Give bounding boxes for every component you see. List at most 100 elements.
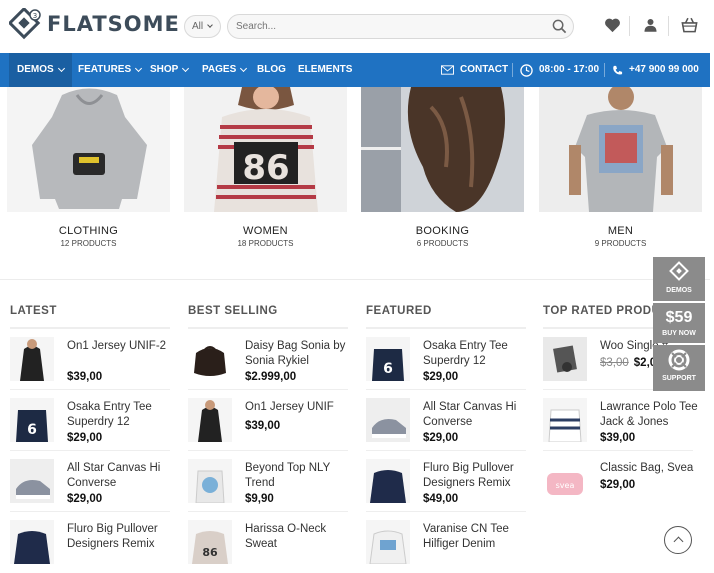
- product-thumbnail[interactable]: [543, 398, 587, 442]
- category-booking[interactable]: BOOKING 6 PRODUCTS: [361, 87, 524, 248]
- nav-hours: 08:00 - 17:00: [520, 53, 599, 87]
- buy-now-panel-button[interactable]: $59 BUY NOW: [653, 303, 705, 343]
- product-price: $29,00: [67, 432, 103, 444]
- product-price: $39,00: [245, 420, 281, 432]
- search-input[interactable]: [228, 15, 528, 38]
- product-name[interactable]: Osaka Entry Tee Superdry 12: [67, 400, 172, 430]
- nav-demos-label: DEMOS: [17, 64, 54, 75]
- nav-shop[interactable]: SHOP: [150, 53, 190, 87]
- product-name[interactable]: Beyond Top NLY Trend: [245, 461, 350, 491]
- clock-icon: [520, 63, 533, 77]
- site-header: 3 FLATSOME All: [0, 0, 714, 52]
- product-name[interactable]: Varanise CN Tee Hilfiger Denim: [423, 522, 528, 552]
- nav-blog-label: BLOG: [257, 64, 286, 75]
- product-item[interactable]: 6 Osaka Entry Tee Superdry 12 $29,00: [366, 329, 526, 390]
- product-name[interactable]: Lawrance Polo Tee Jack & Jones: [600, 400, 705, 430]
- product-price: $29,00: [423, 371, 459, 383]
- demos-panel-label: DEMOS: [666, 287, 692, 294]
- category-image: [539, 87, 702, 212]
- svg-text:6: 6: [27, 422, 37, 438]
- product-item[interactable]: Beyond Top NLY Trend $9,90: [188, 451, 348, 512]
- wishlist-heart-icon[interactable]: [604, 17, 621, 33]
- product-thumbnail[interactable]: [10, 520, 54, 564]
- back-to-top-button[interactable]: [664, 526, 692, 554]
- logo[interactable]: 3 FLATSOME: [9, 8, 180, 40]
- category-clothing[interactable]: CLOTHING 12 PRODUCTS: [7, 87, 170, 248]
- buy-price: $59: [665, 309, 693, 326]
- product-item[interactable]: svea Classic Bag, Svea $29,00: [543, 451, 693, 512]
- product-name[interactable]: On1 Jersey UNIF: [245, 400, 350, 415]
- product-price: $9,90: [245, 493, 274, 505]
- nav-features[interactable]: FEATURES: [78, 53, 143, 87]
- product-item[interactable]: Fluro Big Pullover Designers Remix $49,0…: [366, 451, 526, 512]
- nav-elements[interactable]: ELEMENTS: [298, 53, 352, 87]
- product-name[interactable]: Fluro Big Pullover Designers Remix: [67, 522, 172, 552]
- phone-icon: [613, 65, 623, 75]
- column-title: FEATURED: [366, 305, 526, 329]
- product-item[interactable]: On1 Jersey UNIF-2 $39,00: [10, 329, 170, 390]
- product-item[interactable]: 6 Osaka Entry Tee Superdry 12 $29,00: [10, 390, 170, 451]
- search-icon[interactable]: [552, 19, 567, 34]
- nav-contact-label: CONTACT: [460, 64, 509, 75]
- nav-contact[interactable]: CONTACT: [441, 53, 508, 87]
- product-name[interactable]: Classic Bag, Svea: [600, 461, 705, 476]
- product-name[interactable]: Daisy Bag Sonia by Sonia Rykiel: [245, 339, 350, 369]
- product-item[interactable]: All Star Canvas Hi Converse $29,00: [10, 451, 170, 512]
- product-thumbnail[interactable]: [366, 459, 410, 503]
- product-thumbnail[interactable]: [188, 459, 232, 503]
- product-name[interactable]: Osaka Entry Tee Superdry 12: [423, 339, 528, 369]
- product-thumbnail[interactable]: [10, 459, 54, 503]
- chevron-down-icon: [182, 64, 190, 73]
- product-name[interactable]: All Star Canvas Hi Converse: [67, 461, 172, 491]
- logo-icon: 3: [9, 8, 41, 40]
- cart-basket-icon[interactable]: [680, 16, 699, 33]
- product-thumbnail[interactable]: [543, 337, 587, 381]
- product-thumbnail[interactable]: [188, 398, 232, 442]
- search-category-value: All: [192, 21, 204, 32]
- product-thumbnail[interactable]: [366, 398, 410, 442]
- product-name[interactable]: All Star Canvas Hi Converse: [423, 400, 528, 430]
- product-name[interactable]: Harissa O-Neck Sweat: [245, 522, 350, 552]
- lifebuoy-icon: [668, 349, 690, 371]
- chevron-down-icon: [207, 22, 213, 28]
- product-item[interactable]: Lawrance Polo Tee Jack & Jones $39,00: [543, 390, 698, 451]
- product-item[interactable]: 86 Harissa O-Neck Sweat: [188, 512, 348, 573]
- support-panel-button[interactable]: SUPPORT: [653, 345, 705, 391]
- product-item[interactable]: All Star Canvas Hi Converse $29,00: [366, 390, 526, 451]
- product-price: $39,00: [67, 371, 103, 383]
- category-women[interactable]: 86 WOMEN 18 PRODUCTS: [184, 87, 347, 248]
- featured-products-column: FEATURED 6 Osaka Entry Tee Superdry 12 $…: [366, 305, 526, 573]
- product-item[interactable]: Daisy Bag Sonia by Sonia Rykiel $2.999,0…: [188, 329, 348, 390]
- product-thumbnail[interactable]: [366, 520, 410, 564]
- product-item[interactable]: On1 Jersey UNIF $39,00: [188, 390, 348, 451]
- nav-blog[interactable]: BLOG: [257, 53, 286, 87]
- product-thumbnail[interactable]: [188, 337, 232, 381]
- search-category-select[interactable]: All: [184, 15, 221, 38]
- product-thumbnail[interactable]: 6: [366, 337, 410, 381]
- product-thumbnail[interactable]: 6: [10, 398, 54, 442]
- category-count: 12 PRODUCTS: [60, 239, 117, 248]
- nav-features-label: FEATURES: [78, 64, 132, 75]
- category-title: WOMEN: [243, 225, 288, 237]
- product-item[interactable]: Varanise CN Tee Hilfiger Denim: [366, 512, 526, 573]
- header-divider: [629, 16, 630, 36]
- svg-text:svea: svea: [556, 481, 575, 490]
- account-user-icon[interactable]: [643, 17, 658, 33]
- product-thumbnail[interactable]: 86: [188, 520, 232, 564]
- nav-demos[interactable]: DEMOS: [9, 53, 72, 87]
- nav-phone[interactable]: +47 900 99 000: [612, 53, 699, 87]
- nav-phone-label: +47 900 99 000: [629, 64, 699, 75]
- product-price: $29,00: [67, 493, 103, 505]
- category-count: 9 PRODUCTS: [594, 239, 647, 248]
- product-item[interactable]: Fluro Big Pullover Designers Remix: [10, 512, 170, 573]
- nav-pages[interactable]: PAGES: [202, 53, 248, 87]
- product-thumbnail[interactable]: svea: [543, 459, 587, 503]
- svg-text:86: 86: [202, 546, 218, 559]
- chevron-up-icon: [673, 536, 684, 547]
- category-men[interactable]: MEN 9 PRODUCTS: [539, 87, 702, 248]
- product-thumbnail[interactable]: [10, 337, 54, 381]
- product-name[interactable]: On1 Jersey UNIF-2: [67, 339, 172, 354]
- product-price: $49,00: [423, 493, 459, 505]
- product-name[interactable]: Fluro Big Pullover Designers Remix: [423, 461, 528, 491]
- demos-panel-button[interactable]: DEMOS: [653, 257, 705, 301]
